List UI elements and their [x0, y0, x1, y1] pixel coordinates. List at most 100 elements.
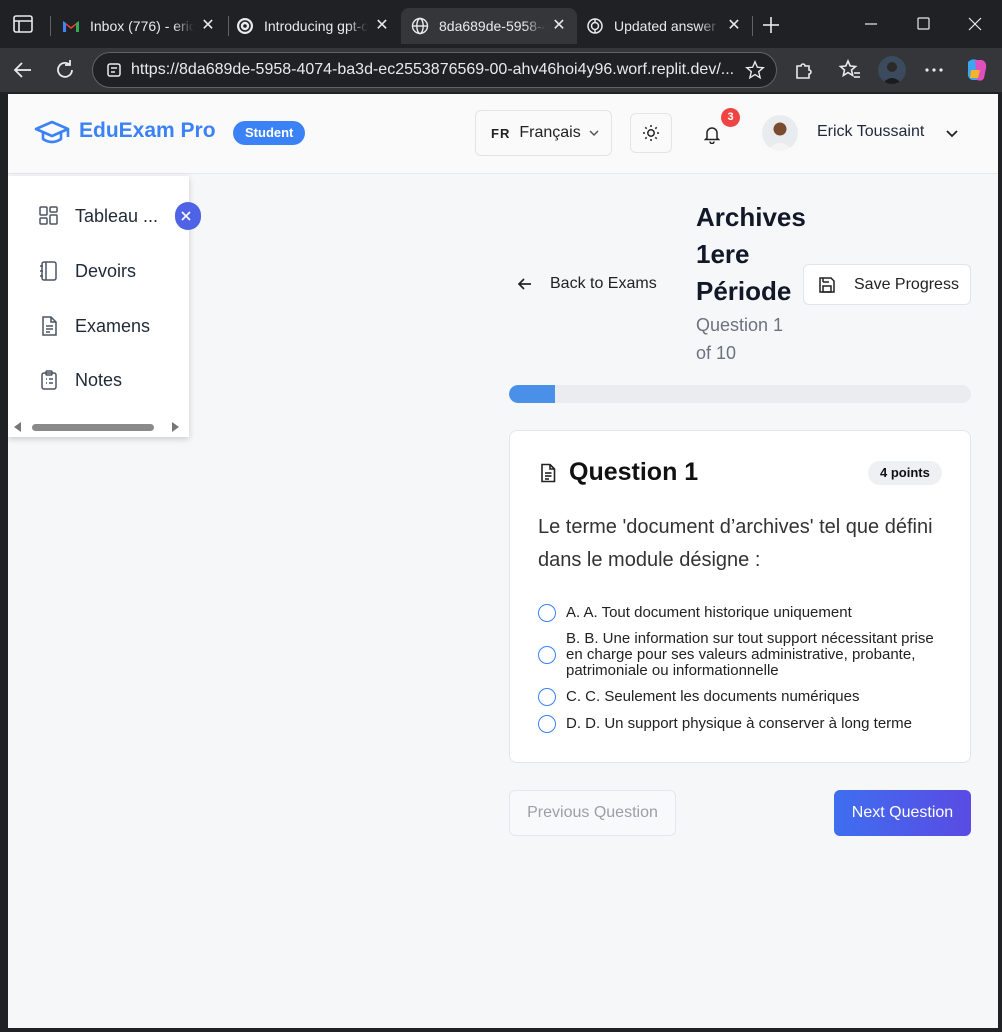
answer-option-a[interactable]: A. A. Tout document historique uniquemen… [538, 604, 948, 622]
tab-gmail[interactable]: Inbox (776) - erick ✕ [52, 8, 226, 44]
sidebar-item-label: Notes [75, 369, 123, 390]
window-close-icon[interactable] [960, 10, 990, 38]
tab-updated-answer[interactable]: Updated answer to ✕ [576, 8, 752, 44]
chevron-down-icon[interactable] [944, 125, 960, 141]
minimize-icon[interactable] [856, 10, 886, 38]
arrow-left-icon [517, 278, 531, 290]
globe-icon [411, 17, 429, 35]
role-badge: Student [233, 121, 306, 145]
extensions-icon[interactable] [792, 58, 816, 82]
new-tab-icon[interactable] [760, 14, 782, 36]
tab-separator [50, 16, 51, 36]
browser-profile-avatar[interactable] [878, 56, 906, 84]
question-counter: Question 1 of 10 [696, 315, 784, 363]
answer-option-b[interactable]: B. B. Une information sur tout support n… [538, 631, 948, 679]
points-badge: 4 points [868, 461, 942, 485]
question-card: Question 1 4 points Le terme 'document d… [509, 430, 971, 763]
scrollbar-thumb[interactable] [32, 424, 154, 431]
favorites-icon[interactable] [838, 58, 862, 82]
option-label: D. D. Un support physique à conserver à … [566, 715, 913, 732]
scroll-left-arrow-icon[interactable] [14, 422, 21, 432]
radio-button[interactable] [538, 604, 556, 622]
notifications-button[interactable] [698, 120, 726, 148]
exam-progress-fill [509, 385, 556, 403]
radio-button[interactable] [538, 646, 556, 664]
back-label: Back to Exams [550, 275, 657, 292]
sidebar-item-devoirs[interactable]: Devoirs [8, 251, 189, 291]
next-question-button[interactable]: Next Question [834, 790, 971, 836]
app-header: EduExam Pro Student FR Français 3 Erick … [8, 94, 998, 174]
url-text: https://8da689de-5958-4074-ba3d-ec255387… [131, 61, 734, 78]
browser-tab-bar: Inbox (776) - erick ✕ Introducing gpt-os… [0, 0, 1002, 48]
theme-toggle-button[interactable] [630, 113, 672, 153]
sun-icon [643, 125, 659, 141]
sidebar-collapse-button[interactable] [175, 202, 201, 230]
question-title: Question 1 [569, 458, 699, 486]
sidebar-item-notes[interactable]: Notes [8, 360, 189, 400]
sidebar: Tableau ... Devoirs Examens Notes [8, 176, 189, 437]
close-icon [181, 211, 191, 221]
question-text: Le terme 'document d’archives' tel que d… [538, 516, 933, 571]
user-avatar[interactable] [762, 115, 798, 151]
tab-separator [752, 16, 753, 36]
close-icon[interactable]: ✕ [200, 18, 216, 34]
save-icon [819, 276, 835, 293]
bell-icon [703, 127, 721, 144]
tab-label: Inbox (776) - erick [90, 18, 194, 34]
radio-button[interactable] [538, 715, 556, 733]
address-bar-row: https://8da689de-5958-4074-ba3d-ec255387… [0, 48, 1002, 92]
sidebar-item-label: Tableau ... [75, 205, 159, 226]
openai-icon [237, 18, 253, 34]
more-menu-icon[interactable] [922, 58, 946, 82]
sidebar-item-label: Devoirs [75, 260, 137, 281]
tab-replit-active[interactable]: 8da689de-5958-4074 ✕ [401, 8, 577, 44]
clipboard-list-icon [41, 370, 57, 390]
language-label: Français [519, 124, 581, 141]
back-arrow-icon[interactable] [10, 57, 36, 83]
copilot-icon[interactable] [962, 56, 990, 84]
tab-label: 8da689de-5958-4074 [439, 18, 545, 34]
gmail-icon [63, 21, 79, 32]
exam-title: Archives 1ere Période [696, 202, 806, 306]
tab-label: Introducing gpt-oss [264, 18, 368, 34]
answer-option-c[interactable]: C. C. Seulement les documents numériques [538, 688, 948, 706]
openai-icon [587, 18, 603, 34]
notification-count-badge: 3 [721, 108, 740, 127]
reload-icon[interactable] [52, 57, 78, 83]
dashboard-icon [39, 206, 58, 225]
tab-gpt-oss[interactable]: Introducing gpt-oss ✕ [226, 8, 400, 44]
sidebar-horizontal-scrollbar[interactable] [8, 420, 189, 434]
sidebar-item-label: Examens [75, 315, 151, 336]
language-code: FR [491, 125, 511, 141]
chevron-down-icon [589, 130, 599, 137]
close-icon[interactable]: ✕ [374, 18, 390, 34]
save-progress-button[interactable]: Save Progress [803, 264, 971, 305]
scroll-right-arrow-icon[interactable] [172, 422, 179, 432]
site-info-icon[interactable] [105, 61, 123, 79]
close-icon[interactable]: ✕ [726, 18, 742, 34]
user-name[interactable]: Erick Toussaint [817, 123, 924, 141]
document-icon [42, 316, 57, 336]
option-label: C. C. Seulement les documents numériques [566, 688, 860, 705]
radio-button[interactable] [538, 688, 556, 706]
tab-label: Updated answer to [614, 18, 720, 34]
answer-option-d[interactable]: D. D. Un support physique à conserver à … [538, 715, 948, 733]
maximize-icon[interactable] [908, 10, 938, 38]
sidebar-item-examens[interactable]: Examens [8, 306, 189, 346]
document-icon [541, 463, 556, 483]
save-label: Save Progress [854, 275, 959, 293]
previous-question-button[interactable]: Previous Question [509, 790, 676, 836]
back-to-exams-button[interactable]: Back to Exams [516, 266, 657, 302]
page-viewport: EduExam Pro Student FR Français 3 Erick … [8, 94, 998, 1028]
language-select[interactable]: FR Français [475, 110, 612, 156]
sidebar-item-dashboard[interactable]: Tableau ... [8, 196, 189, 236]
exam-progress-bar [509, 385, 971, 403]
graduation-cap-icon [34, 120, 70, 144]
close-icon[interactable]: ✕ [551, 18, 567, 34]
tab-actions-icon[interactable] [12, 14, 34, 34]
favorite-star-icon[interactable] [744, 59, 766, 81]
url-field[interactable]: https://8da689de-5958-4074-ba3d-ec255387… [92, 52, 777, 88]
notebook-icon [40, 261, 57, 281]
brand-name: EduExam Pro [79, 119, 216, 142]
option-label: B. B. Une information sur tout support n… [566, 630, 934, 679]
